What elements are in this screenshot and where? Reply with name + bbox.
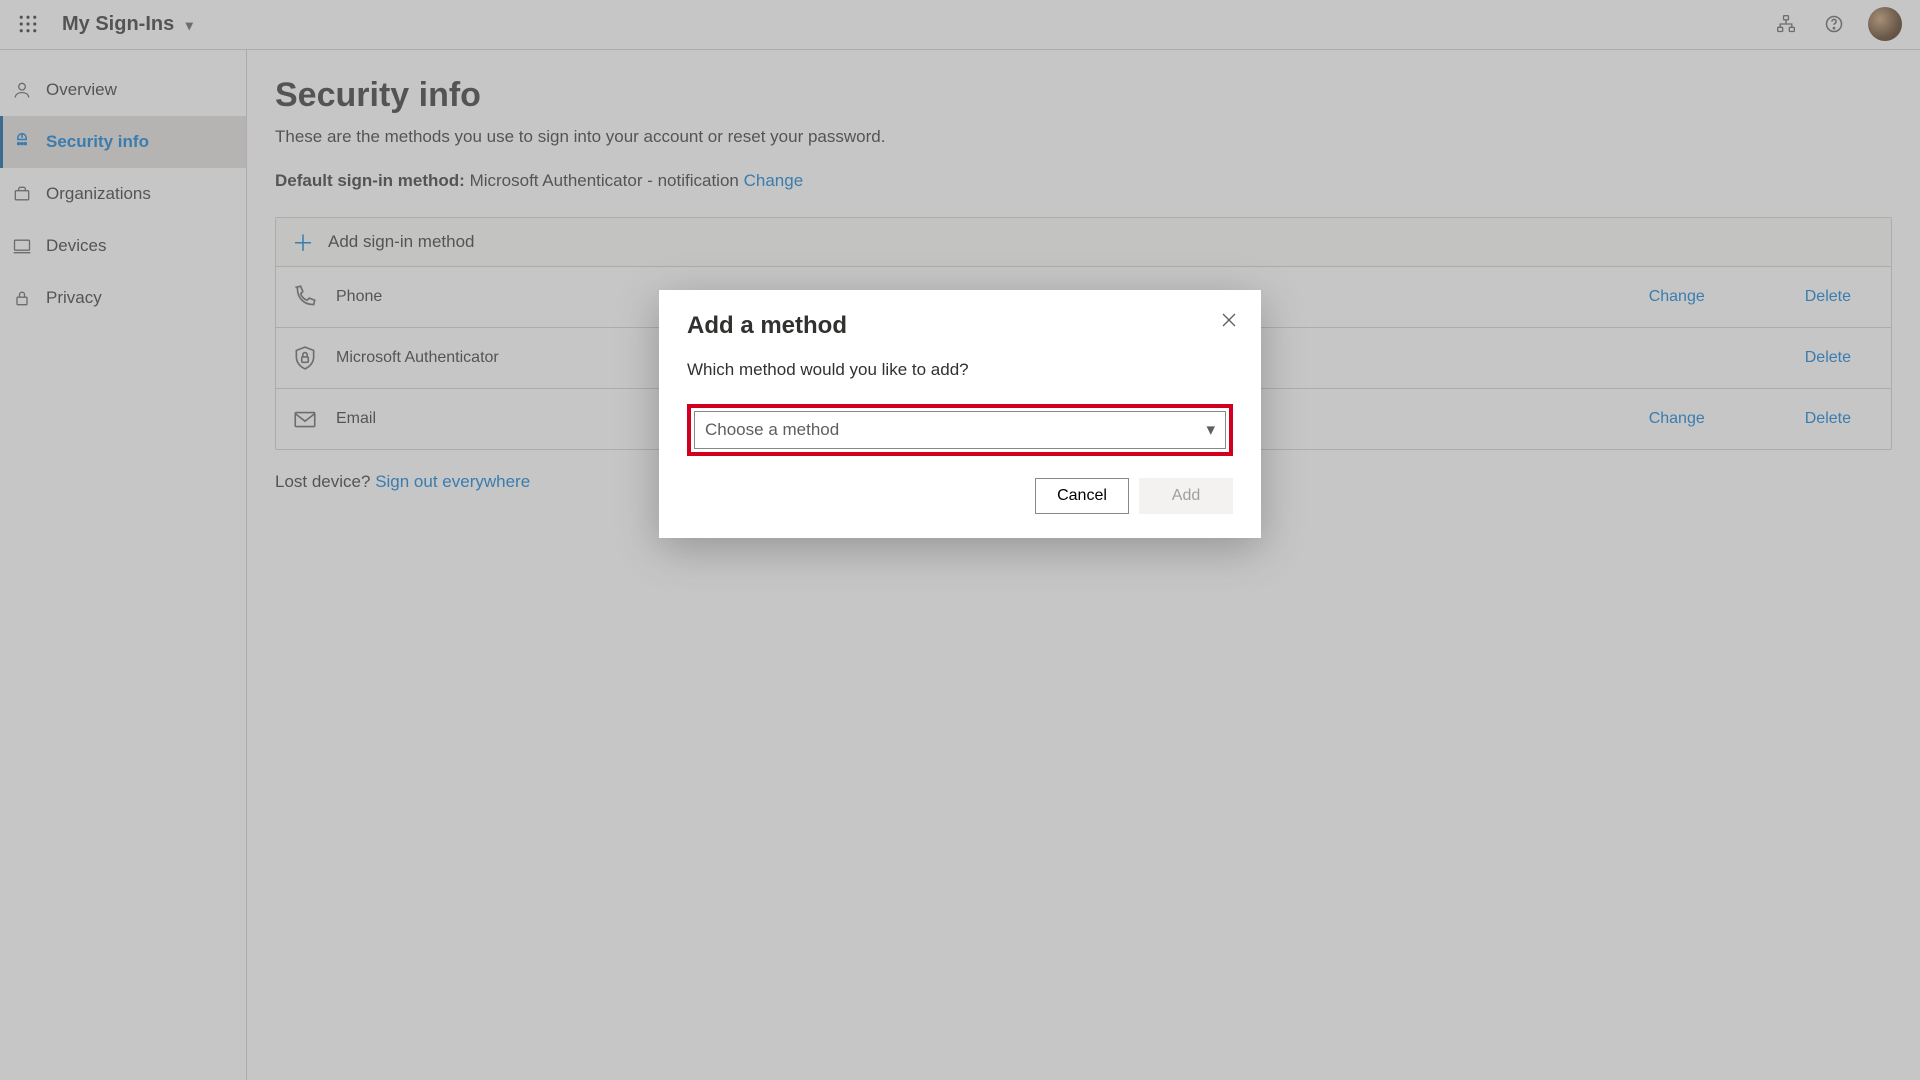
highlight-box: Choose a method ▾ — [687, 404, 1233, 456]
method-select[interactable]: Choose a method ▾ — [694, 411, 1226, 449]
modal-overlay: Add a method Which method would you like… — [0, 0, 1920, 1080]
dialog-title: Add a method — [687, 312, 1233, 340]
add-button[interactable]: Add — [1139, 478, 1233, 514]
dialog-prompt: Which method would you like to add? — [687, 360, 1233, 380]
close-icon[interactable] — [1215, 306, 1243, 334]
add-method-dialog: Add a method Which method would you like… — [659, 290, 1261, 538]
method-select-placeholder: Choose a method — [705, 420, 839, 440]
chevron-down-icon: ▾ — [1206, 420, 1215, 440]
cancel-button[interactable]: Cancel — [1035, 478, 1129, 514]
